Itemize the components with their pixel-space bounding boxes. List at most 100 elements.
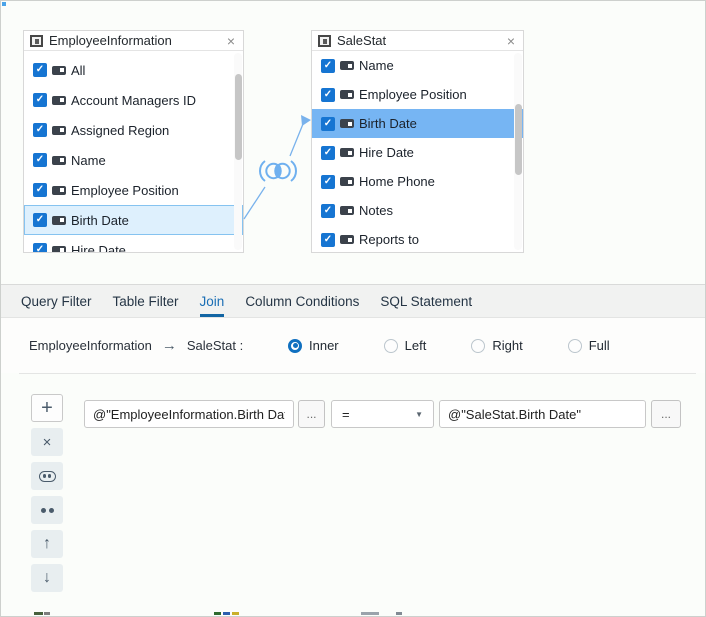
query-designer-window: EmployeeInformation × All Account Manage… bbox=[0, 0, 706, 617]
field-label: Birth Date bbox=[71, 213, 129, 228]
move-up-button[interactable]: ↑ bbox=[31, 530, 63, 558]
scrollbar-thumb[interactable] bbox=[235, 74, 242, 160]
tab[interactable]: Query Filter bbox=[21, 285, 92, 317]
checkbox-checked[interactable] bbox=[321, 204, 335, 218]
field-icon bbox=[52, 186, 66, 195]
field-icon bbox=[340, 177, 354, 186]
ungroup-conditions-button[interactable] bbox=[31, 496, 63, 524]
join-type-label: Full bbox=[589, 338, 610, 353]
checkbox-checked[interactable] bbox=[33, 213, 47, 227]
scrollbar-thumb[interactable] bbox=[515, 104, 522, 175]
join-tables: EmployeeInformation → SaleStat : bbox=[29, 318, 243, 373]
operator-select[interactable]: = ▼ bbox=[331, 400, 434, 428]
field-row[interactable]: Name bbox=[312, 51, 523, 80]
radio-icon[interactable] bbox=[384, 339, 398, 353]
tab-label: SQL Statement bbox=[380, 294, 472, 309]
field-icon bbox=[52, 66, 66, 75]
panel-header: SaleStat × bbox=[312, 31, 523, 51]
field-row[interactable]: Employee Position bbox=[24, 175, 243, 205]
field-row[interactable]: Employee Position bbox=[312, 80, 523, 109]
field-icon bbox=[52, 156, 66, 165]
field-row[interactable]: Hire Date bbox=[24, 235, 243, 252]
field-label: Hire Date bbox=[71, 243, 126, 253]
join-type-option[interactable]: Inner bbox=[288, 338, 339, 353]
field-row[interactable]: Account Managers ID bbox=[24, 85, 243, 115]
field-row[interactable]: Reports to bbox=[312, 225, 523, 252]
join-definition-bar: EmployeeInformation → SaleStat : Inner L… bbox=[1, 318, 705, 373]
join-type-radio-group: Inner Left Right Full bbox=[288, 318, 610, 373]
left-expression-input[interactable] bbox=[84, 400, 294, 428]
field-label: Assigned Region bbox=[71, 123, 169, 138]
field-icon bbox=[340, 61, 354, 70]
close-icon[interactable]: × bbox=[505, 34, 517, 48]
field-icon bbox=[52, 96, 66, 105]
join-type-option[interactable]: Full bbox=[568, 338, 610, 353]
field-icon bbox=[52, 216, 66, 225]
join-type-option[interactable]: Left bbox=[384, 338, 427, 353]
field-icon bbox=[340, 206, 354, 215]
field-row[interactable]: Assigned Region bbox=[24, 115, 243, 145]
field-label: Account Managers ID bbox=[71, 93, 196, 108]
field-icon bbox=[340, 148, 354, 157]
field-row[interactable]: Notes bbox=[312, 196, 523, 225]
group-icon bbox=[39, 471, 56, 482]
tab[interactable]: Table Filter bbox=[113, 285, 179, 317]
radio-icon[interactable] bbox=[288, 339, 302, 353]
checkbox-checked[interactable] bbox=[33, 63, 47, 77]
field-row[interactable]: Birth Date bbox=[24, 205, 243, 235]
field-label: Reports to bbox=[359, 232, 419, 247]
field-label: Name bbox=[71, 153, 106, 168]
table-icon bbox=[318, 35, 331, 47]
field-label: Name bbox=[359, 58, 394, 73]
checkbox-checked[interactable] bbox=[33, 93, 47, 107]
radio-icon[interactable] bbox=[471, 339, 485, 353]
field-label: Employee Position bbox=[71, 183, 179, 198]
field-row[interactable]: Name bbox=[24, 145, 243, 175]
table-panel-salestat: SaleStat × Name Employee Position bbox=[311, 30, 524, 253]
field-row[interactable]: All bbox=[24, 55, 243, 85]
dropdown-arrow-icon: ▼ bbox=[415, 410, 433, 419]
panel-title: EmployeeInformation bbox=[49, 33, 172, 48]
tab[interactable]: Join bbox=[200, 285, 225, 317]
corner-accent bbox=[2, 2, 6, 6]
field-label: Birth Date bbox=[359, 116, 417, 131]
add-condition-button[interactable]: + bbox=[31, 394, 63, 422]
join-type-label: Right bbox=[492, 338, 522, 353]
group-conditions-button[interactable] bbox=[31, 462, 63, 490]
checkbox-checked[interactable] bbox=[33, 153, 47, 167]
checkbox-checked[interactable] bbox=[321, 175, 335, 189]
field-list: Name Employee Position Birth Date bbox=[312, 51, 523, 252]
field-row[interactable]: Hire Date bbox=[312, 138, 523, 167]
arrow-head-icon bbox=[301, 115, 311, 126]
right-table-name: SaleStat : bbox=[187, 338, 243, 353]
move-down-button[interactable]: ↓ bbox=[31, 564, 63, 592]
checkbox-checked[interactable] bbox=[321, 88, 335, 102]
right-expression-input[interactable] bbox=[439, 400, 646, 428]
checkbox-checked[interactable] bbox=[33, 123, 47, 137]
tab-label: Join bbox=[200, 294, 225, 309]
field-label: All bbox=[71, 63, 85, 78]
tab[interactable]: Column Conditions bbox=[245, 285, 359, 317]
checkbox-checked[interactable] bbox=[321, 59, 335, 73]
checkbox-checked[interactable] bbox=[321, 117, 335, 131]
checkbox-checked[interactable] bbox=[33, 243, 47, 252]
field-row[interactable]: Home Phone bbox=[312, 167, 523, 196]
field-icon bbox=[340, 90, 354, 99]
close-icon[interactable]: × bbox=[225, 34, 237, 48]
field-row[interactable]: Birth Date bbox=[312, 109, 523, 138]
checkbox-checked[interactable] bbox=[321, 233, 335, 247]
table-panel-employeeinformation: EmployeeInformation × All Account Manage… bbox=[23, 30, 244, 253]
remove-condition-button[interactable]: × bbox=[31, 428, 63, 456]
panel-title: SaleStat bbox=[337, 33, 386, 48]
bottom-tab-bar: Query Filter Table Filter Join Column Co… bbox=[1, 284, 705, 318]
checkbox-checked[interactable] bbox=[33, 183, 47, 197]
field-icon bbox=[52, 246, 66, 253]
checkbox-checked[interactable] bbox=[321, 146, 335, 160]
left-expression-browse-button[interactable]: ... bbox=[298, 400, 325, 428]
right-expression-browse-button[interactable]: ... bbox=[651, 400, 681, 428]
join-type-option[interactable]: Right bbox=[471, 338, 522, 353]
tab[interactable]: SQL Statement bbox=[380, 285, 472, 317]
field-label: Hire Date bbox=[359, 145, 414, 160]
radio-icon[interactable] bbox=[568, 339, 582, 353]
tab-label: Query Filter bbox=[21, 294, 92, 309]
